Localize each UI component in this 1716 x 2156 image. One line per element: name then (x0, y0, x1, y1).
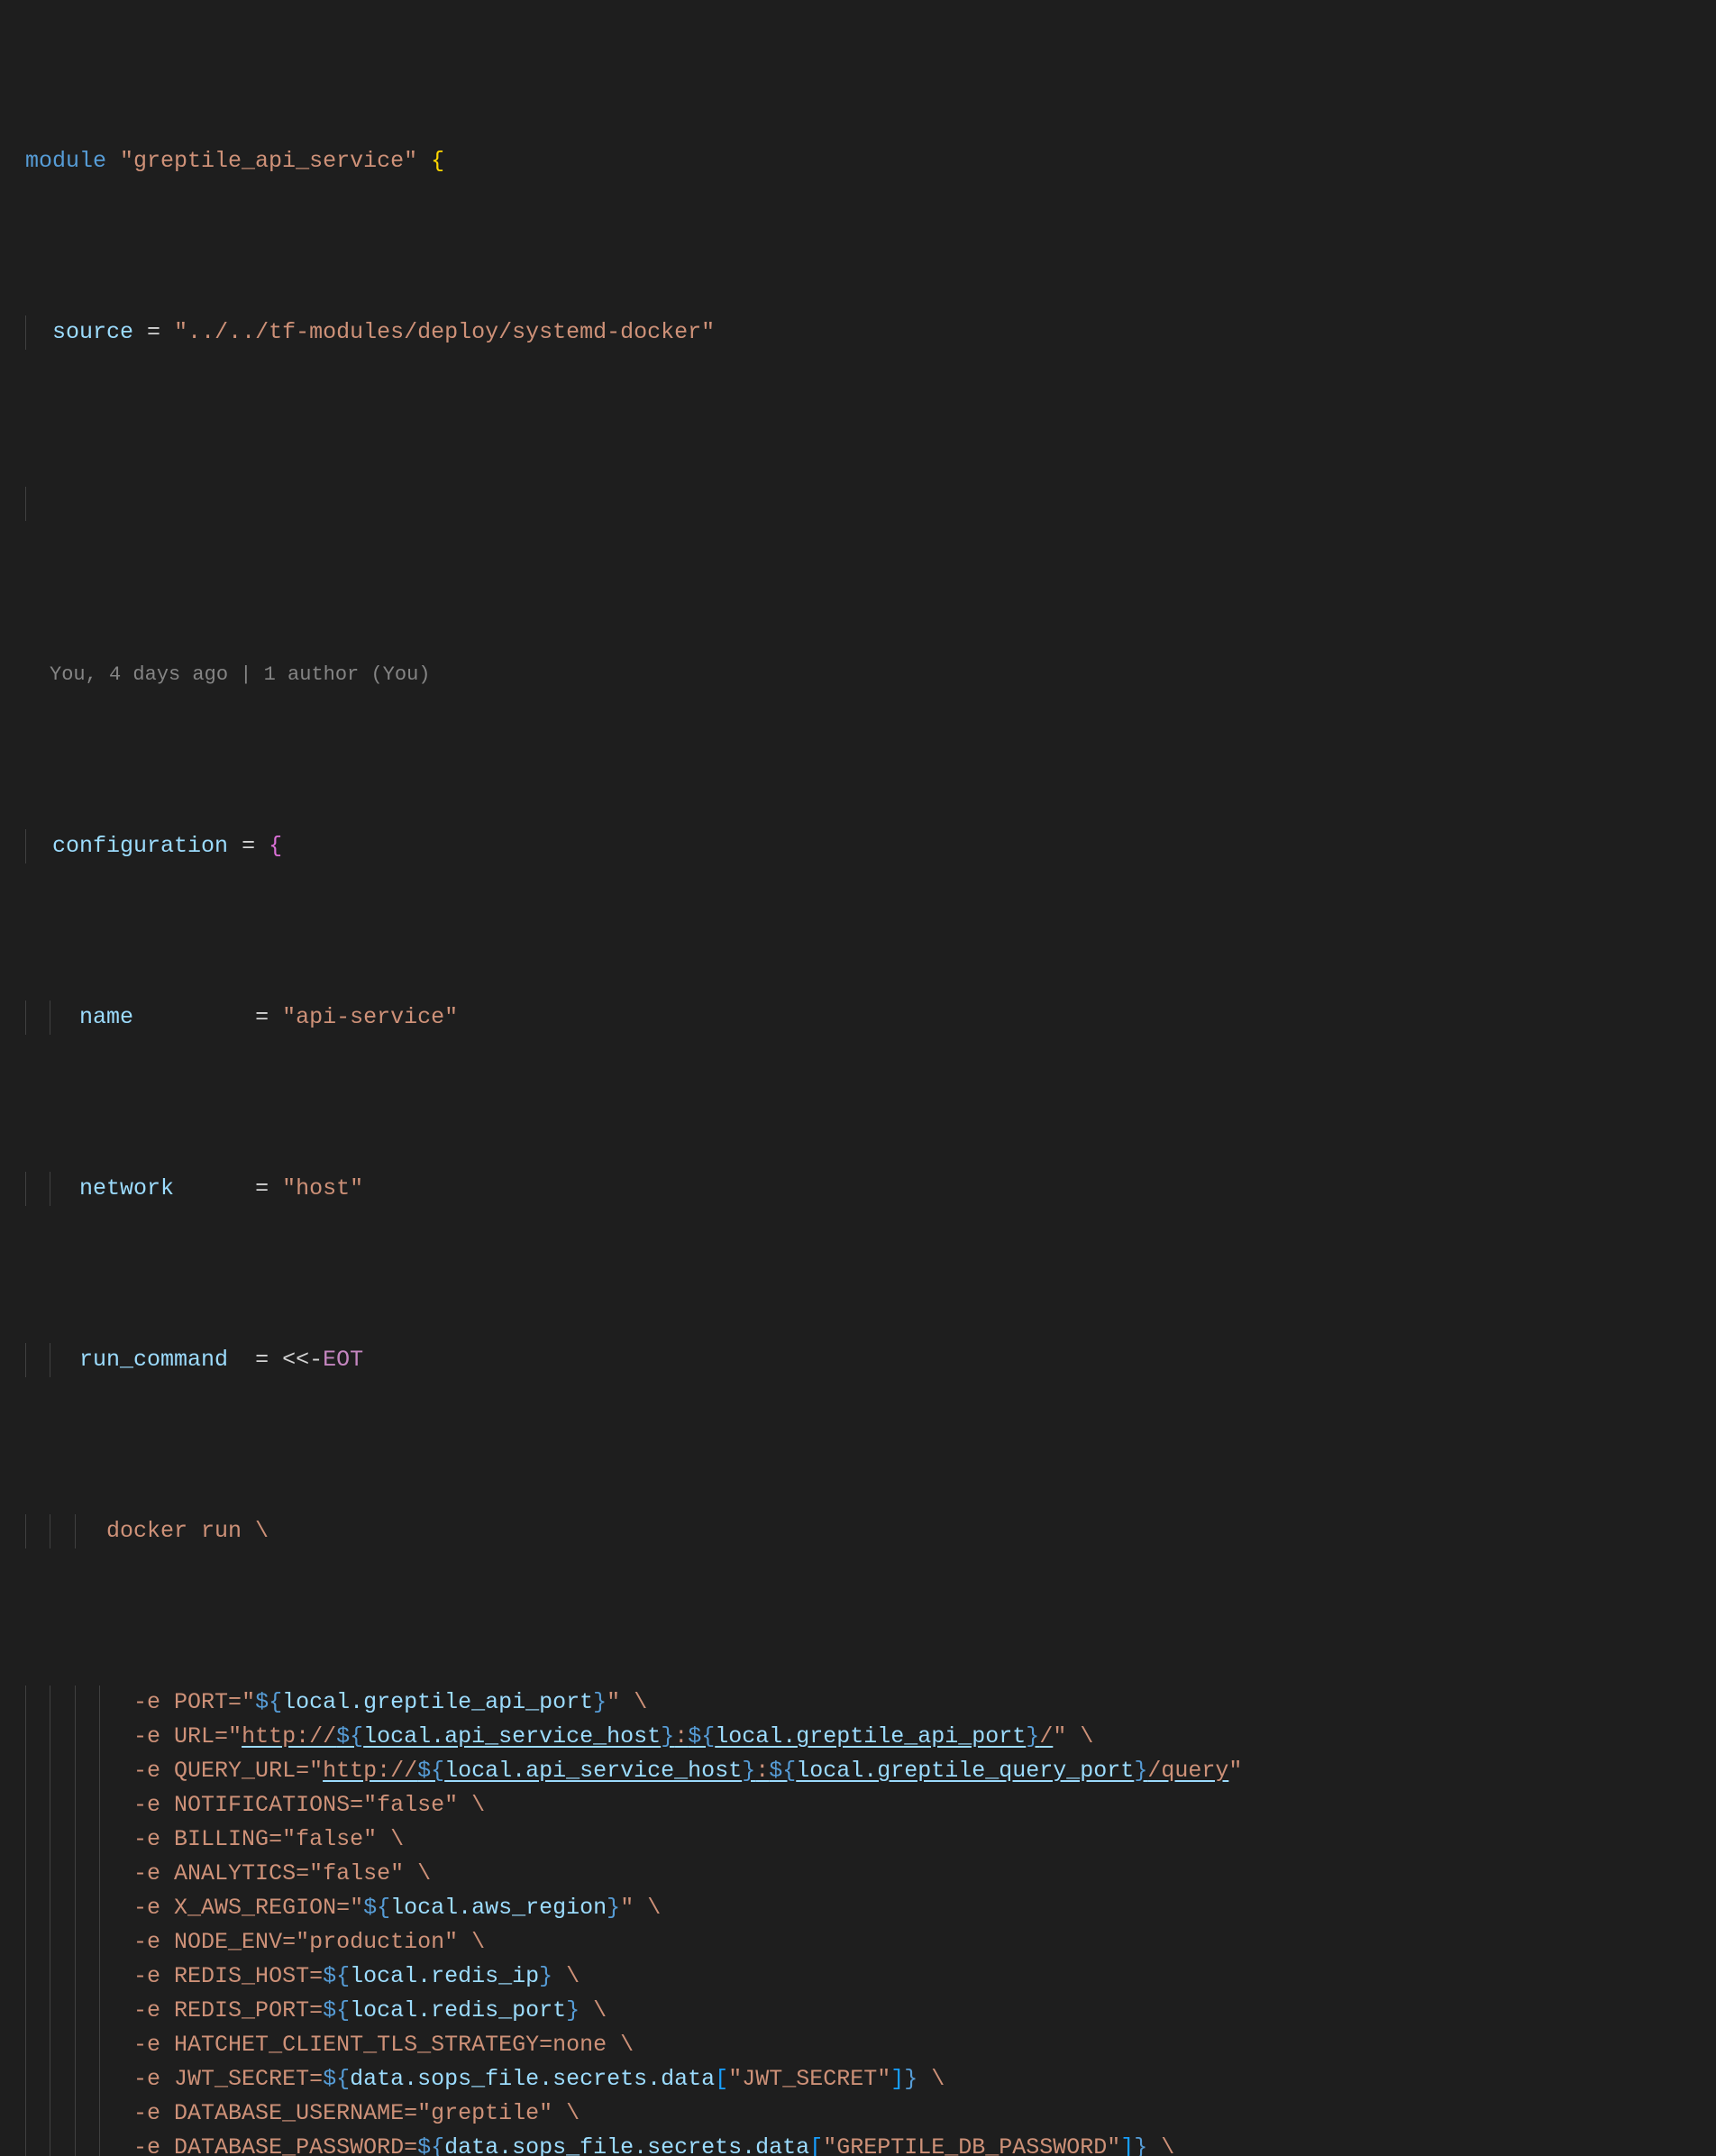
prop-configuration: configuration (52, 833, 228, 859)
code-line[interactable]: -e DATABASE_PASSWORD=${data.sops_file.se… (0, 2131, 1716, 2156)
heredoc-tag: EOT (323, 1347, 363, 1373)
code-line[interactable]: configuration = { (0, 829, 1716, 863)
heredoc-text: docker run \ (106, 1518, 269, 1544)
code-line[interactable]: -e PORT="${local.greptile_api_port}" \ (0, 1686, 1716, 1720)
code-line[interactable]: source = "../../tf-modules/deploy/system… (0, 315, 1716, 350)
code-line[interactable]: -e X_AWS_REGION="${local.aws_region}" \ (0, 1891, 1716, 1925)
code-line[interactable]: network = "host" (0, 1172, 1716, 1206)
network-value: "host" (282, 1175, 363, 1201)
code-line[interactable]: -e URL="http://${local.api_service_host}… (0, 1720, 1716, 1754)
heredoc-open: <<- (282, 1347, 323, 1373)
env-lines-container: -e PORT="${local.greptile_api_port}" \ -… (0, 1686, 1716, 2156)
brace-open: { (431, 148, 444, 174)
keyword-module: module (25, 148, 106, 174)
code-line[interactable]: run_command = <<-EOT (0, 1343, 1716, 1377)
prop-source: source (52, 319, 133, 345)
module-name-string: "greptile_api_service" (120, 148, 417, 174)
code-line[interactable]: -e REDIS_HOST=${local.redis_ip} \ (0, 1960, 1716, 1994)
name-value: "api-service" (282, 1004, 458, 1030)
code-line[interactable]: -e BILLING="false" \ (0, 1823, 1716, 1857)
source-path: "../../tf-modules/deploy/systemd-docker" (174, 319, 715, 345)
code-line[interactable]: name = "api-service" (0, 1000, 1716, 1035)
code-line[interactable]: docker run \ (0, 1514, 1716, 1548)
code-line[interactable]: -e QUERY_URL="http://${local.api_service… (0, 1754, 1716, 1788)
code-line[interactable]: -e ANALYTICS="false" \ (0, 1857, 1716, 1891)
code-editor[interactable]: module "greptile_api_service" { source =… (0, 0, 1716, 2156)
code-line[interactable]: -e JWT_SECRET=${data.sops_file.secrets.d… (0, 2062, 1716, 2097)
brace-open: { (269, 833, 282, 859)
prop-run-command: run_command (79, 1347, 228, 1373)
code-line[interactable]: -e REDIS_PORT=${local.redis_port} \ (0, 1994, 1716, 2028)
code-line[interactable]: -e NODE_ENV="production" \ (0, 1925, 1716, 1960)
git-blame-annotation[interactable]: You, 4 days ago | 1 author (You) (0, 658, 1716, 692)
prop-name: name (79, 1004, 133, 1030)
code-line[interactable]: -e HATCHET_CLIENT_TLS_STRATEGY=none \ (0, 2028, 1716, 2062)
code-line[interactable]: -e DATABASE_USERNAME="greptile" \ (0, 2097, 1716, 2131)
code-line[interactable]: module "greptile_api_service" { (0, 144, 1716, 178)
code-line-blank[interactable] (0, 487, 1716, 521)
code-line[interactable]: -e NOTIFICATIONS="false" \ (0, 1788, 1716, 1823)
prop-network: network (79, 1175, 174, 1201)
